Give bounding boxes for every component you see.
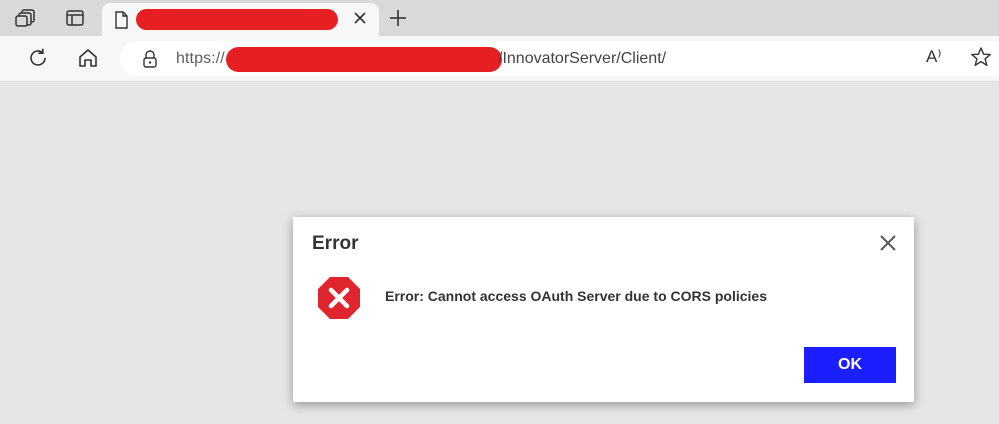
browser-toolbar: https:// /InnovatorServer/Client/ A⁾ xyxy=(0,36,999,82)
error-stop-icon xyxy=(317,276,361,325)
close-icon[interactable] xyxy=(877,232,899,254)
lock-icon[interactable] xyxy=(142,50,158,73)
error-message: Error: Cannot access OAuth Server due to… xyxy=(385,288,767,304)
error-dialog: Error Error: Cannot access OAuth Server … xyxy=(293,217,914,402)
tab-actions-icon[interactable] xyxy=(62,6,88,30)
active-tab[interactable] xyxy=(102,3,379,36)
workspaces-icon[interactable] xyxy=(13,6,39,30)
url-scheme: https:// xyxy=(176,50,225,67)
close-icon[interactable] xyxy=(350,8,370,28)
tab-strip xyxy=(0,0,999,36)
ok-button[interactable]: OK xyxy=(804,347,896,383)
new-tab-icon[interactable] xyxy=(386,6,410,30)
read-aloud-icon[interactable]: A⁾ xyxy=(926,47,942,67)
redacted-tab-title xyxy=(136,9,338,30)
redacted-url-host xyxy=(226,47,502,72)
address-bar[interactable]: https:// /InnovatorServer/Client/ A⁾ xyxy=(120,41,999,76)
favorite-star-icon[interactable] xyxy=(970,46,992,73)
home-icon[interactable] xyxy=(76,46,100,70)
refresh-icon[interactable] xyxy=(26,46,50,70)
file-icon xyxy=(114,11,128,34)
url-path: /InnovatorServer/Client/ xyxy=(498,50,667,67)
dialog-title: Error xyxy=(312,233,359,254)
